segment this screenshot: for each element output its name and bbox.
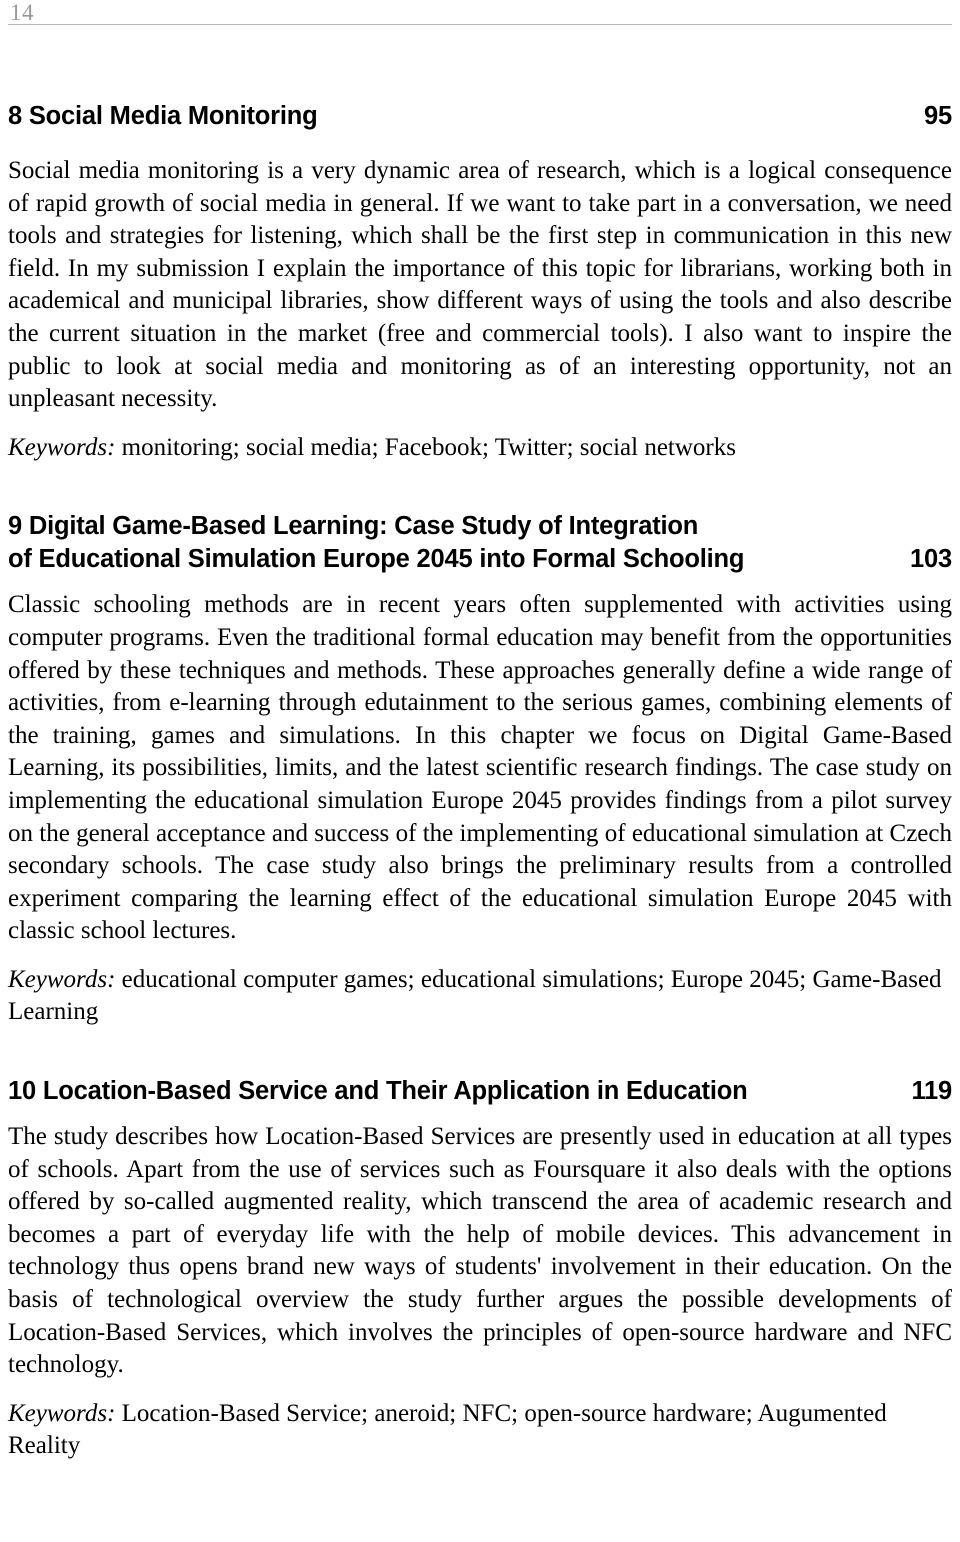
spacer-before-entry-9 (8, 464, 952, 510)
spacer-abstract-keywords-9 (8, 948, 952, 964)
toc-entry-title-10: 10 Location-Based Service and Their Appl… (8, 1077, 748, 1106)
header-divider (8, 24, 952, 25)
page-number-folio: 14 (10, 0, 34, 25)
toc-entry-heading-10[interactable]: 10 Location-Based Service and Their Appl… (8, 1075, 952, 1108)
keywords-label: Keywords: (8, 965, 116, 993)
spacer-heading-abstract-8 (8, 133, 952, 155)
spacer-before-entry-10 (8, 1029, 952, 1075)
toc-entry-abstract-9: Classic schooling methods are in recent … (8, 591, 952, 945)
toc-entry-page-10: 119 (911, 1077, 952, 1106)
spacer-abstract-keywords-8 (8, 416, 952, 432)
keywords-value: educational computer games; educational … (8, 965, 942, 1026)
toc-heading-line: 9 Digital Game-Based Learning: Case Stud… (8, 510, 952, 543)
spacer-heading-abstract-10 (8, 1108, 952, 1121)
dot-leader-icon (754, 1102, 906, 1103)
toc-entry-page-9: 103 (910, 545, 952, 574)
toc-entry-abstract-10: The study describes how Location-Based S… (8, 1123, 952, 1379)
toc-content: 8 Social Media Monitoring 95 Social medi… (8, 34, 952, 1463)
toc-heading-line: of Educational Simulation Europe 2045 in… (8, 543, 952, 576)
toc-entry-title-8: 8 Social Media Monitoring (8, 102, 318, 130)
spacer-abstract-keywords-10 (8, 1382, 952, 1398)
spacer-before-entry-8 (8, 34, 952, 100)
spacer-heading-abstract-9 (8, 576, 952, 589)
toc-heading-line: 10 Location-Based Service and Their Appl… (8, 1075, 952, 1108)
toc-entry-heading-8[interactable]: 8 Social Media Monitoring 95 (8, 100, 952, 133)
toc-entry-title-9-line2: of Educational Simulation Europe 2045 in… (8, 545, 745, 574)
toc-heading-line: 8 Social Media Monitoring 95 (8, 100, 952, 133)
dot-leader-icon (325, 127, 920, 128)
toc-entry-keywords-10: Keywords: Location-Based Service; aneroi… (8, 1398, 952, 1463)
dot-leader-icon (751, 570, 905, 571)
keywords-label: Keywords: (8, 1399, 116, 1427)
toc-entry-abstract-8: Social media monitoring is a very dynami… (8, 157, 952, 413)
toc-entry-keywords-8: Keywords: monitoring; social media; Face… (8, 432, 952, 465)
keywords-value: monitoring; social media; Facebook; Twit… (115, 433, 736, 461)
toc-page: 14 8 Social Media Monitoring 95 Social m… (0, 0, 960, 1542)
toc-entry-heading-9[interactable]: 9 Digital Game-Based Learning: Case Stud… (8, 510, 952, 576)
toc-entry-page-8: 95 (924, 102, 952, 130)
toc-entry-title-9-line1: 9 Digital Game-Based Learning: Case Stud… (8, 512, 699, 541)
keywords-label: Keywords: (8, 433, 116, 461)
keywords-value: Location-Based Service; aneroid; NFC; op… (8, 1399, 887, 1460)
toc-entry-keywords-9: Keywords: educational computer games; ed… (8, 964, 952, 1029)
page-header: 14 (8, 0, 952, 34)
